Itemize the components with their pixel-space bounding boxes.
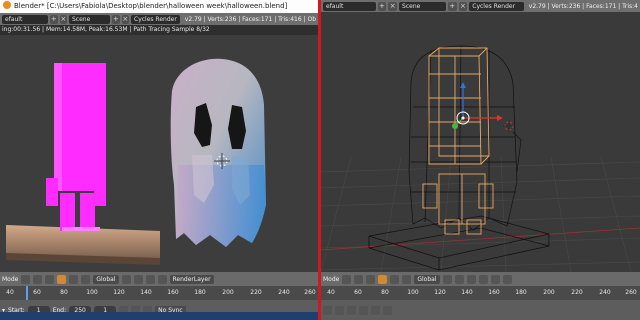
current-frame-indicator[interactable]	[26, 286, 28, 300]
ruler-tick: 220	[571, 289, 583, 296]
render-engine-select[interactable]: Cycles Render	[131, 14, 180, 24]
right-3d-view-header: Mode Global	[321, 272, 640, 286]
layer-button-icon[interactable]	[454, 274, 464, 284]
ruler-tick: 140	[140, 289, 152, 296]
close-icon[interactable]: ×	[121, 14, 129, 24]
ruler-tick: 260	[304, 289, 316, 296]
right-frame-ruler[interactable]: 40 60 80 100 120 140 160 180 200 220 240…	[321, 286, 640, 300]
orientation-select[interactable]: Global	[414, 274, 440, 284]
rendered-viewport[interactable]	[0, 35, 318, 272]
proportional-edit-icon[interactable]	[478, 274, 488, 284]
keying-set-icon[interactable]	[347, 305, 356, 315]
add-icon[interactable]: +	[447, 1, 457, 11]
right-timeline-header	[321, 300, 640, 320]
3d-cursor-icon[interactable]	[503, 120, 515, 132]
snap-icon[interactable]	[145, 274, 155, 284]
mode-select[interactable]: Mode	[323, 276, 339, 283]
layer-button-icon[interactable]	[442, 274, 452, 284]
ruler-tick: 160	[488, 289, 500, 296]
ruler-tick: 100	[407, 289, 419, 296]
transform-manipulator-icon[interactable]	[57, 274, 67, 284]
jump-start-icon[interactable]	[359, 305, 368, 315]
ruler-tick: 120	[113, 289, 125, 296]
close-icon[interactable]: ×	[458, 1, 468, 11]
orientation-select[interactable]: Global	[93, 274, 119, 284]
mode-select[interactable]: Mode	[2, 276, 18, 283]
shading-icon[interactable]	[33, 274, 43, 284]
ruler-tick: 40	[327, 289, 335, 296]
screen-layout-select[interactable]: efault	[2, 14, 48, 24]
view-menu-icon[interactable]	[342, 274, 352, 284]
ruler-tick: 180	[515, 289, 527, 296]
window-title-bar: Blender* [C:\Users\Fabiola\Desktop\blend…	[0, 0, 318, 13]
ruler-tick: 220	[250, 289, 262, 296]
proportional-edit-icon[interactable]	[157, 274, 167, 284]
keyframe-icon[interactable]	[335, 305, 344, 315]
right-blender-window: efault + × Scene + × Cycles Render v2.79…	[321, 0, 640, 320]
rendered-scene	[6, 58, 266, 265]
left-blender-window: Blender* [C:\Users\Fabiola\Desktop\blend…	[0, 0, 318, 320]
close-icon[interactable]: ×	[59, 14, 67, 24]
add-icon[interactable]: +	[50, 14, 58, 24]
pivot-icon[interactable]	[366, 274, 376, 284]
shading-icon[interactable]	[354, 274, 364, 284]
ghost-figure	[170, 58, 266, 247]
layer-button-icon[interactable]	[133, 274, 143, 284]
layer-button-icon[interactable]	[121, 274, 131, 284]
ruler-tick: 140	[461, 289, 473, 296]
render-layer-select[interactable]: RenderLayer	[169, 274, 214, 284]
ruler-tick: 200	[543, 289, 555, 296]
render-progress-info: ing:00:31.56 | Mem:14.58M, Peak:16.53M |…	[0, 25, 318, 35]
scene-select[interactable]: Scene	[69, 14, 110, 24]
ruler-tick: 260	[625, 289, 637, 296]
translate-icon[interactable]	[390, 274, 400, 284]
ruler-tick: 40	[6, 289, 14, 296]
scene-stats: v2.79 | Verts:236 | Faces:171 | Tris:4	[528, 2, 638, 10]
marker-icon[interactable]	[323, 305, 332, 315]
rotate-icon[interactable]	[81, 274, 91, 284]
left-frame-ruler[interactable]: 40 60 80 100 120 140 160 180 200 220 240…	[0, 286, 318, 300]
wireframe-scene	[321, 45, 640, 272]
rotate-icon[interactable]	[402, 274, 412, 284]
ruler-tick: 60	[33, 289, 41, 296]
transform-manipulator-icon[interactable]	[378, 274, 388, 284]
ruler-tick: 240	[599, 289, 611, 296]
blender-logo-icon	[3, 1, 11, 9]
camera-icon[interactable]	[502, 274, 512, 284]
play-icon[interactable]	[371, 305, 380, 315]
taskbar-strip	[0, 312, 318, 320]
ruler-tick: 160	[167, 289, 179, 296]
info-header: efault + × Scene + × Cycles Render v2.79…	[321, 0, 640, 12]
selected-character-wireframe[interactable]	[422, 47, 494, 235]
scene-stats: v2.79 | Verts:236 | Faces:171 | Tris:416…	[184, 15, 317, 23]
pivot-icon[interactable]	[45, 274, 55, 284]
ruler-tick: 120	[434, 289, 446, 296]
render-engine-select[interactable]: Cycles Render	[469, 1, 524, 11]
translate-icon[interactable]	[69, 274, 79, 284]
info-header: efault + × Scene + × Cycles Render v2.79…	[0, 13, 318, 25]
snap-icon[interactable]	[466, 274, 476, 284]
jump-end-icon[interactable]	[383, 305, 392, 315]
scene-select[interactable]: Scene	[399, 1, 446, 11]
ruler-tick: 80	[381, 289, 389, 296]
view-menu-icon[interactable]	[21, 274, 31, 284]
window-title: Blender* [C:\Users\Fabiola\Desktop\blend…	[14, 2, 288, 10]
close-icon[interactable]: ×	[388, 1, 398, 11]
magenta-figure	[46, 63, 106, 231]
ruler-tick: 60	[354, 289, 362, 296]
onion-skin-icon[interactable]	[490, 274, 500, 284]
ruler-tick: 100	[86, 289, 98, 296]
ruler-tick: 200	[222, 289, 234, 296]
ruler-tick: 180	[194, 289, 206, 296]
add-icon[interactable]: +	[112, 14, 120, 24]
ruler-tick: 80	[60, 289, 68, 296]
wireframe-viewport[interactable]	[321, 12, 640, 272]
left-3d-view-header: Mode Global RenderLayer	[0, 272, 318, 286]
ruler-tick: 240	[278, 289, 290, 296]
add-icon[interactable]: +	[377, 1, 387, 11]
screen-layout-select[interactable]: efault	[323, 1, 376, 11]
